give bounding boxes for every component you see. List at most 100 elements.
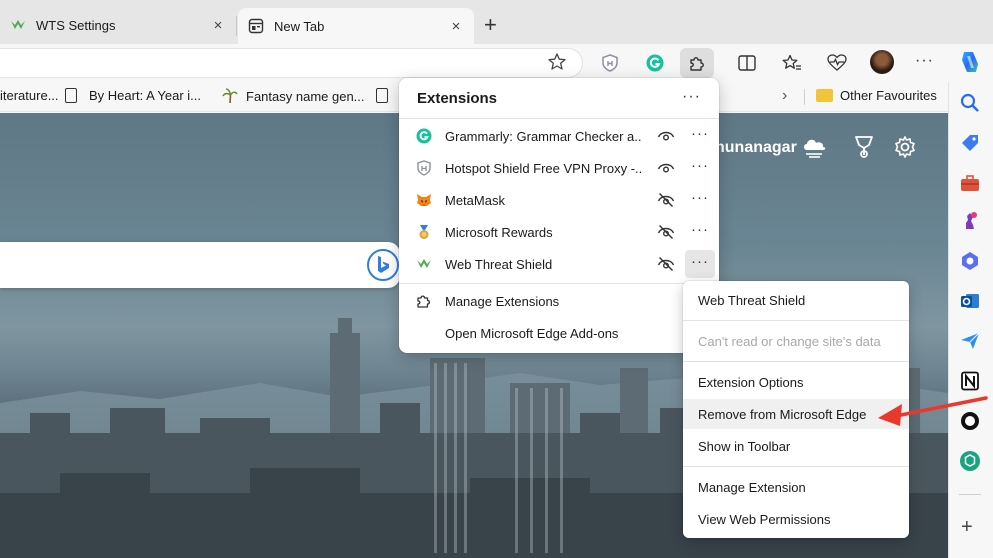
extensions-panel-title: Extensions [417,90,498,107]
manage-extensions-label: Manage Extensions [445,293,560,309]
tab-close-icon[interactable]: × [210,17,226,34]
bookmark-item[interactable]: By Heart: A Year i... [89,88,201,103]
copilot-icon[interactable] [956,48,984,76]
toolbox-icon[interactable] [959,172,981,194]
red-arrow-annotation [878,396,988,426]
microsoft-365-icon[interactable] [959,250,981,272]
notion-icon[interactable] [959,370,981,392]
favorites-button[interactable] [780,51,804,75]
extension-more-button[interactable]: ··· [685,250,715,278]
web-threat-shield-icon [417,259,431,268]
manage-extensions-item[interactable]: Manage Extensions [399,285,719,317]
shield-icon [602,54,618,72]
favorites-star-list-icon [782,54,801,70]
heart-pulse-icon [827,54,847,71]
menu-item-show-in-toolbar[interactable]: Show in Toolbar [683,431,909,461]
extension-more-button[interactable]: ··· [685,218,715,246]
other-favourites-label: Other Favourites [840,88,937,103]
search-icon[interactable] [959,92,981,114]
eye-visible-icon[interactable] [657,127,675,145]
bookmark-label: iterature... [0,88,59,103]
address-bar[interactable] [0,48,583,78]
favorite-star-icon[interactable] [547,52,567,72]
bing-search-icon[interactable] [367,249,399,281]
extension-row-hotspot-shield[interactable]: Hotspot Shield Free VPN Proxy -... ··· [399,152,719,184]
grammarly-toolbar-icon[interactable] [643,51,667,75]
outlook-icon[interactable] [959,290,981,312]
document-icon [376,88,388,103]
tab-new-tab[interactable]: New Tab × [238,8,474,44]
open-addons-item[interactable]: Open Microsoft Edge Add-ons [399,317,719,349]
eye-hidden-icon[interactable] [657,223,675,241]
chatgpt-icon[interactable] [959,450,981,472]
tab-strip: WTS Settings × New Tab × + [0,0,993,44]
eye-visible-icon[interactable] [657,159,675,177]
extensions-button[interactable] [680,48,714,78]
panel-divider [399,283,719,284]
bookmarks-overflow-chevron-icon[interactable]: › [782,87,787,105]
menu-divider [683,320,909,321]
extension-row-metamask[interactable]: MetaMask ··· [399,184,719,216]
weather-location[interactable]: nunanagar [715,139,797,157]
extension-name: MetaMask [445,192,505,208]
tab-divider [236,16,237,36]
bookmarks-divider [804,89,805,105]
browser-toolbar: ··· [0,44,993,82]
rewards-medal-icon [419,225,429,239]
web-threat-shield-icon [11,20,25,29]
puzzle-piece-icon [690,57,704,71]
extensions-panel-more-button[interactable]: ··· [682,88,701,106]
extension-row-web-threat-shield[interactable]: Web Threat Shield ··· [399,248,719,280]
bookmark-item[interactable]: iterature... [0,88,85,103]
extension-more-button[interactable]: ··· [685,122,715,150]
new-tab-page-icon [248,18,264,34]
sidebar-divider [959,494,981,495]
extension-row-grammarly[interactable]: Grammarly: Grammar Checker a... ··· [399,120,719,152]
eye-hidden-icon[interactable] [657,255,675,273]
cloud-weather-icon[interactable] [800,135,828,159]
bookmark-label: By Heart: A Year i... [89,88,202,103]
eye-hidden-icon[interactable] [657,191,675,209]
menu-divider [683,361,909,362]
settings-more-button[interactable]: ··· [915,52,934,70]
profile-avatar[interactable] [870,50,894,74]
browser-essentials-button[interactable] [825,51,849,75]
menu-item-extension-name[interactable]: Web Threat Shield [683,285,909,315]
metamask-fox-icon [417,194,431,206]
menu-item-manage-extension[interactable]: Manage Extension [683,472,909,502]
grammarly-icon [416,128,432,144]
extension-more-button[interactable]: ··· [685,154,715,182]
tab-wts-settings[interactable]: WTS Settings × [0,8,236,42]
gear-icon[interactable] [893,135,917,159]
web-search-box[interactable] [0,242,400,288]
bookmark-item[interactable] [376,88,396,103]
shopping-tag-icon[interactable] [959,132,981,154]
puzzle-piece-icon [417,295,431,308]
other-favourites-folder[interactable]: Other Favourites [816,88,937,103]
extension-name: Hotspot Shield Free VPN Proxy -... [445,160,641,176]
hotspot-shield-toolbar-icon[interactable] [598,51,622,75]
extension-more-button[interactable]: ··· [685,186,715,214]
extension-name: Microsoft Rewards [445,224,553,240]
split-screen-button[interactable] [735,51,759,75]
hotspot-shield-icon [417,160,431,176]
trophy-icon[interactable] [853,135,875,159]
new-tab-button[interactable]: + [484,14,497,36]
folder-icon [816,89,833,102]
menu-divider [683,466,909,467]
open-addons-label: Open Microsoft Edge Add-ons [445,325,619,341]
extension-row-microsoft-rewards[interactable]: Microsoft Rewards ··· [399,216,719,248]
menu-item-view-web-permissions[interactable]: View Web Permissions [683,504,909,534]
bookmark-item[interactable]: Fantasy name gen... [222,88,365,104]
tab-close-icon[interactable]: × [448,18,464,35]
sidebar-add-button[interactable]: + [961,516,973,539]
grammarly-icon [646,54,664,72]
tab-title: WTS Settings [36,17,116,33]
document-icon [64,88,77,103]
palm-tree-icon [222,88,238,104]
panel-divider [399,118,719,119]
games-chess-icon[interactable] [959,210,981,232]
send-plane-icon[interactable] [959,330,981,352]
edge-sidebar: + [948,82,993,558]
extension-name: Grammarly: Grammar Checker a... [445,128,641,144]
